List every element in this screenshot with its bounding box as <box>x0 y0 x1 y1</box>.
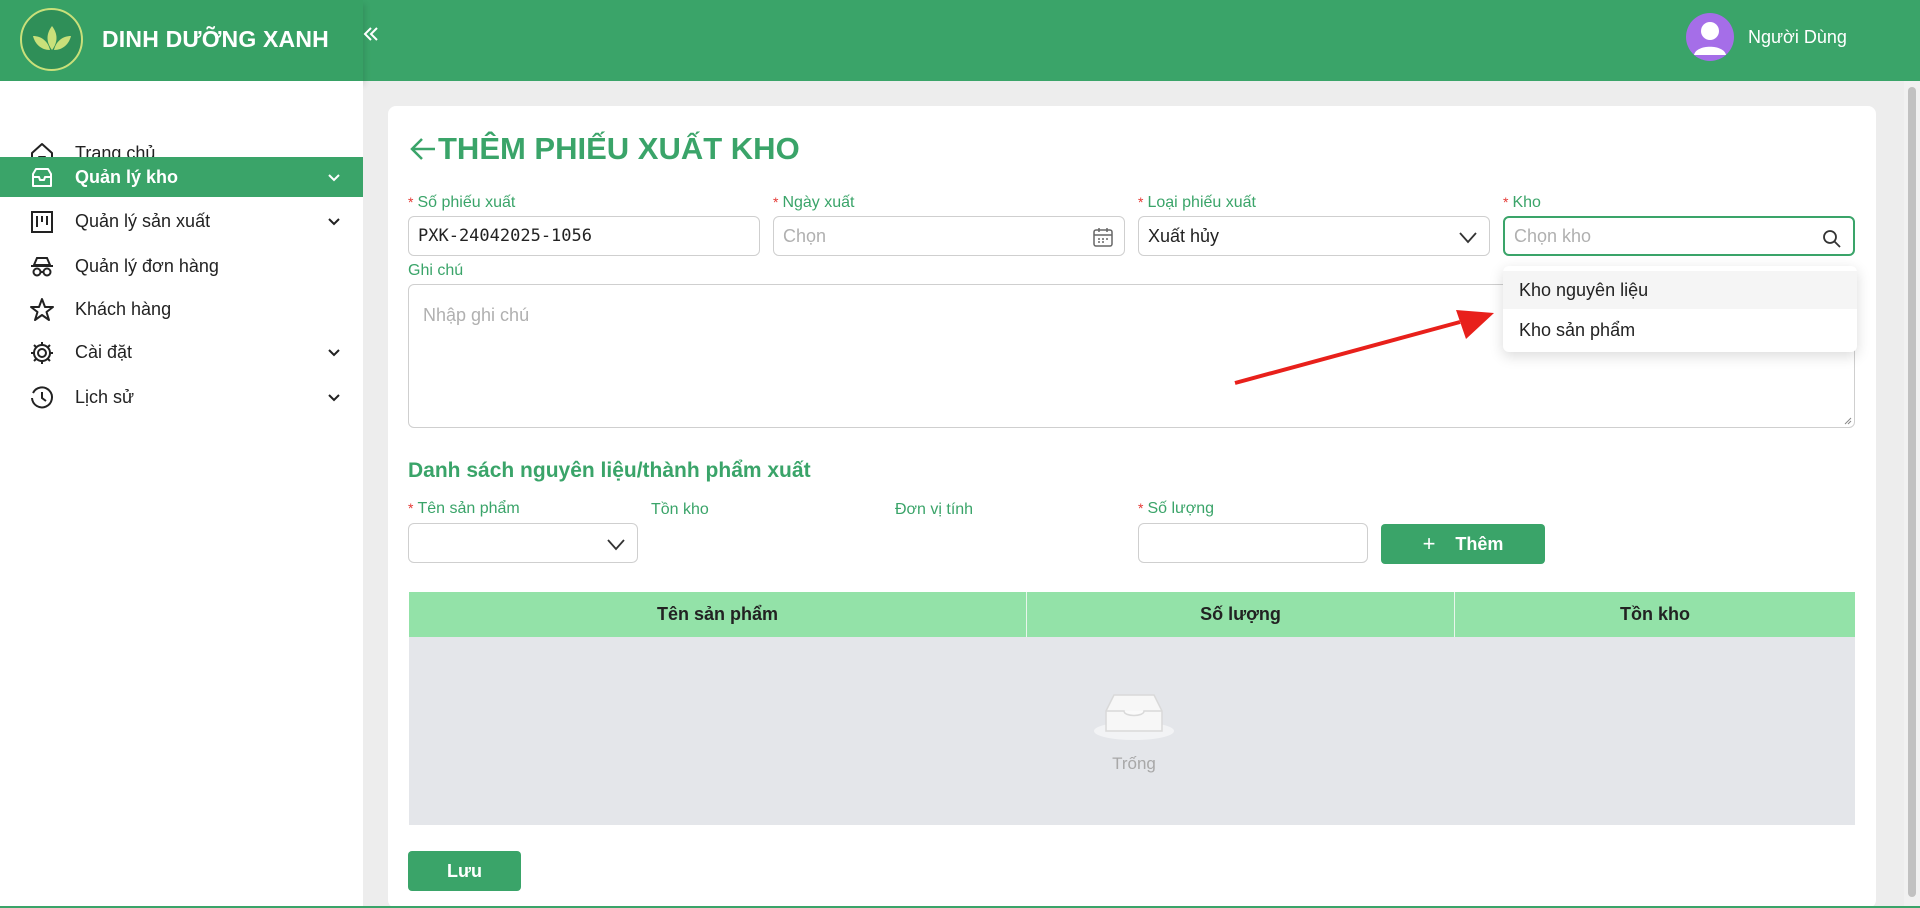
sidebar-item-label: Lịch sử <box>75 386 135 407</box>
avatar[interactable] <box>1686 13 1734 61</box>
user-name: Người Dùng <box>1748 26 1847 47</box>
chevron-down-icon <box>328 174 340 182</box>
plus-icon: + <box>1422 531 1436 556</box>
kho-option[interactable]: Kho nguyên liệu <box>1503 271 1857 309</box>
page-scrollbar[interactable] <box>1904 81 1920 908</box>
user-menu[interactable]: Người Dùng <box>1686 13 1847 61</box>
sidebar: Trang chủ Quản lý kho Quản lý sản xuất Q… <box>0 81 363 908</box>
column-header: Tên sản phẩm <box>409 592 1027 637</box>
sidebar-item-customers[interactable]: Khách hàng <box>0 289 363 329</box>
label-ngay-xuat: * Ngày xuất <box>773 194 855 211</box>
ten-san-pham-select[interactable] <box>408 523 638 563</box>
label-don-vi-tinh: Đơn vị tính <box>895 501 974 518</box>
kho-select[interactable]: Chọn kho <box>1503 216 1855 256</box>
back-arrow-icon[interactable] <box>408 134 438 164</box>
clock-icon <box>31 386 53 409</box>
items-table: Tên sản phẩm Số lượng Tồn kho Trống <box>409 592 1855 825</box>
page-title: THÊM PHIẾU XUẤT KHO <box>408 131 800 167</box>
star-icon <box>30 298 54 321</box>
brand-name: DINH DƯỠNG XANH <box>102 26 329 52</box>
ghi-chu-placeholder: Nhập ghi chú <box>423 305 530 325</box>
sidebar-item-label: Quản lý kho <box>75 166 179 187</box>
add-item-label: Thêm <box>1455 533 1504 554</box>
chevron-down-icon <box>328 394 340 402</box>
table-body: Trống <box>409 637 1855 825</box>
sidebar-item-settings[interactable]: Cài đặt <box>0 332 363 372</box>
incognito-icon <box>31 257 53 277</box>
inbox-icon <box>32 168 52 187</box>
sidebar-item-production[interactable]: Quản lý sản xuất <box>0 201 363 241</box>
chevron-down-icon <box>328 218 340 226</box>
sidebar-item-warehouse[interactable]: Quản lý kho <box>0 157 363 197</box>
label-ten-san-pham: * Tên sản phẩm <box>408 500 520 517</box>
double-chevron-left-icon <box>363 27 378 41</box>
chevron-down-icon <box>1459 232 1477 244</box>
add-item-button[interactable]: + Thêm <box>1381 524 1545 564</box>
label-ghi-chu: Ghi chú <box>408 262 464 279</box>
kho-placeholder: Chọn kho <box>1514 225 1592 246</box>
items-section-title: Danh sách nguyên liệu/thành phẩm xuất <box>408 459 811 482</box>
leaf-logo-icon <box>32 25 71 50</box>
column-header: Tồn kho <box>1620 604 1690 624</box>
kanban-icon <box>31 211 53 233</box>
kho-dropdown: Kho nguyên liệu Kho sản phẩm <box>1503 266 1857 352</box>
table-header: Tên sản phẩm Số lượng Tồn kho <box>409 592 1855 637</box>
chevron-down-icon <box>607 539 625 551</box>
collapse-sidebar-button[interactable] <box>362 24 388 50</box>
column-header: Số lượng <box>1027 592 1455 637</box>
ngay-xuat-placeholder: Chọn <box>783 225 827 246</box>
gear-icon <box>31 342 53 364</box>
save-button[interactable]: Lưu <box>408 851 521 891</box>
so-phieu-value: PXK-24042025-1056 <box>418 226 592 246</box>
top-header: DINH DƯỠNG XANH Người Dùng <box>0 0 1920 81</box>
loai-phieu-select[interactable]: Xuất hủy <box>1138 216 1490 256</box>
calendar-icon <box>1093 228 1113 247</box>
sidebar-item-label: Quản lý sản xuất <box>75 210 211 231</box>
label-so-phieu: * Số phiếu xuất <box>408 194 516 211</box>
sidebar-item-label: Cài đặt <box>75 341 133 362</box>
user-icon <box>1694 22 1726 55</box>
kho-option[interactable]: Kho sản phẩm <box>1503 311 1857 349</box>
so-phieu-input[interactable]: PXK-24042025-1056 <box>408 216 760 256</box>
so-luong-input[interactable] <box>1138 523 1368 563</box>
sidebar-item-orders[interactable]: Quản lý đơn hàng <box>0 246 363 286</box>
annotation-arrow-icon <box>1234 310 1494 385</box>
empty-state: Trống <box>1089 687 1179 774</box>
logo-area: DINH DƯỠNG XANH <box>0 0 363 81</box>
loai-phieu-value: Xuất hủy <box>1148 225 1220 246</box>
ngay-xuat-datepicker[interactable]: Chọn <box>773 216 1125 256</box>
search-icon <box>1823 230 1841 248</box>
empty-text: Trống <box>1112 754 1156 773</box>
page-title-text: THÊM PHIẾU XUẤT KHO <box>438 131 800 166</box>
sidebar-item-history[interactable]: Lịch sử <box>0 377 363 417</box>
label-so-luong: * Số lượng <box>1138 500 1215 517</box>
sidebar-item-label: Khách hàng <box>75 298 172 319</box>
label-loai-phieu: * Loại phiếu xuất <box>1138 194 1256 211</box>
label-kho: * Kho <box>1503 194 1541 211</box>
label-ton-kho: Tồn kho <box>651 501 709 518</box>
empty-inbox-icon <box>1094 694 1174 740</box>
chevron-down-icon <box>328 349 340 357</box>
logo <box>20 8 83 71</box>
resize-handle-icon[interactable] <box>1842 415 1852 425</box>
scrollbar-thumb[interactable] <box>1908 87 1916 897</box>
sidebar-item-label: Quản lý đơn hàng <box>75 255 219 276</box>
